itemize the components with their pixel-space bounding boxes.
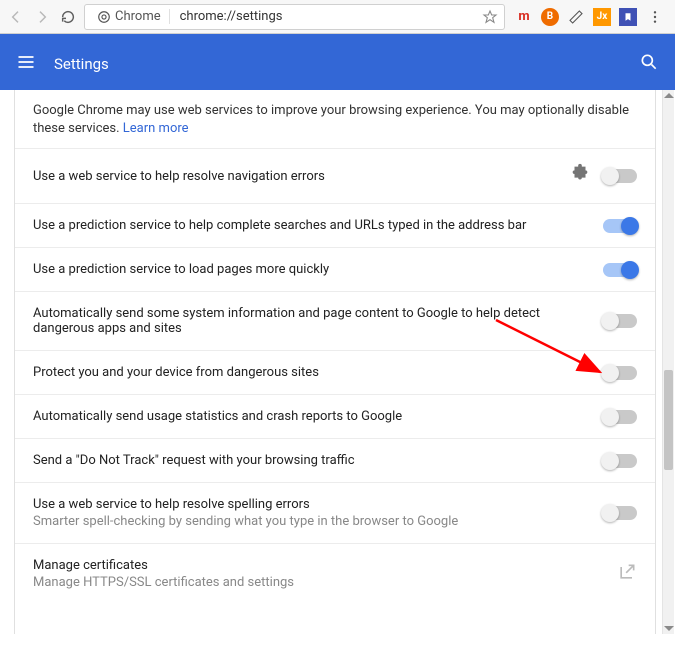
setting-row-usage-stats[interactable]: Automatically send usage statistics and … xyxy=(15,394,655,438)
setting-label: Use a web service to help resolve spelli… xyxy=(33,497,591,512)
setting-row-safe-browsing[interactable]: Protect you and your device from dangero… xyxy=(15,350,655,394)
ext-measure-icon[interactable] xyxy=(567,8,585,26)
setting-label: Use a web service to help resolve naviga… xyxy=(33,169,557,184)
setting-label: Manage certificates xyxy=(33,558,605,573)
scrollbar[interactable] xyxy=(662,90,674,634)
toggle[interactable] xyxy=(603,506,637,520)
setting-row-certificates[interactable]: Manage certificates Manage HTTPS/SSL cer… xyxy=(15,543,655,604)
scheme-label: Chrome xyxy=(115,9,161,24)
star-icon[interactable] xyxy=(480,7,500,27)
setting-sublabel: Manage HTTPS/SSL certificates and settin… xyxy=(33,575,605,590)
setting-label: Use a prediction service to load pages m… xyxy=(33,262,591,277)
toggle[interactable] xyxy=(603,169,637,183)
setting-label: Automatically send some system informati… xyxy=(33,306,591,336)
scroll-up-icon[interactable] xyxy=(664,93,674,98)
ext-bookmark-icon[interactable] xyxy=(619,8,637,26)
toggle[interactable] xyxy=(603,314,637,328)
browser-toolbar: Chrome chrome://settings m B Jx xyxy=(0,0,675,34)
toggle[interactable] xyxy=(603,263,637,277)
forward-button[interactable] xyxy=(32,7,52,27)
external-link-icon[interactable] xyxy=(617,562,637,586)
hamburger-icon[interactable] xyxy=(16,52,36,76)
back-button[interactable] xyxy=(6,7,26,27)
setting-row-prediction-search[interactable]: Use a prediction service to help complet… xyxy=(15,203,655,247)
privacy-intro: Google Chrome may use web services to im… xyxy=(15,90,655,148)
ext-jx-icon[interactable]: Jx xyxy=(593,8,611,26)
site-chip[interactable]: Chrome xyxy=(89,9,170,24)
omnibox[interactable]: Chrome chrome://settings xyxy=(84,4,505,30)
reload-button[interactable] xyxy=(58,7,78,27)
chrome-icon xyxy=(97,10,111,24)
toggle[interactable] xyxy=(603,366,637,380)
ext-b-icon[interactable]: B xyxy=(541,8,559,26)
scroll-down-icon[interactable] xyxy=(664,626,674,631)
setting-sublabel: Smarter spell-checking by sending what y… xyxy=(33,514,591,529)
settings-header: Settings xyxy=(0,38,675,90)
toggle[interactable] xyxy=(603,219,637,233)
extension-indicator-icon xyxy=(569,163,591,189)
setting-row-prediction-pages[interactable]: Use a prediction service to load pages m… xyxy=(15,247,655,291)
setting-row-do-not-track[interactable]: Send a "Do Not Track" request with your … xyxy=(15,438,655,482)
toggle[interactable] xyxy=(603,454,637,468)
settings-panel: Google Chrome may use web services to im… xyxy=(14,90,656,634)
toggle[interactable] xyxy=(603,410,637,424)
extensions-tray: m B Jx xyxy=(511,7,669,27)
setting-row-nav-errors[interactable]: Use a web service to help resolve naviga… xyxy=(15,148,655,203)
setting-label: Use a prediction service to help complet… xyxy=(33,218,591,233)
setting-label: Protect you and your device from dangero… xyxy=(33,365,591,380)
learn-more-link[interactable]: Learn more xyxy=(123,121,189,136)
search-icon[interactable] xyxy=(639,52,659,76)
menu-button[interactable] xyxy=(645,7,665,27)
setting-label: Automatically send usage statistics and … xyxy=(33,409,591,424)
page-title: Settings xyxy=(54,55,109,73)
scroll-thumb[interactable] xyxy=(664,370,673,470)
setting-row-send-system-info[interactable]: Automatically send some system informati… xyxy=(15,291,655,350)
url-text[interactable]: chrome://settings xyxy=(174,9,476,24)
setting-label: Send a "Do Not Track" request with your … xyxy=(33,453,591,468)
ext-m-icon[interactable]: m xyxy=(515,8,533,26)
setting-row-spelling[interactable]: Use a web service to help resolve spelli… xyxy=(15,482,655,543)
